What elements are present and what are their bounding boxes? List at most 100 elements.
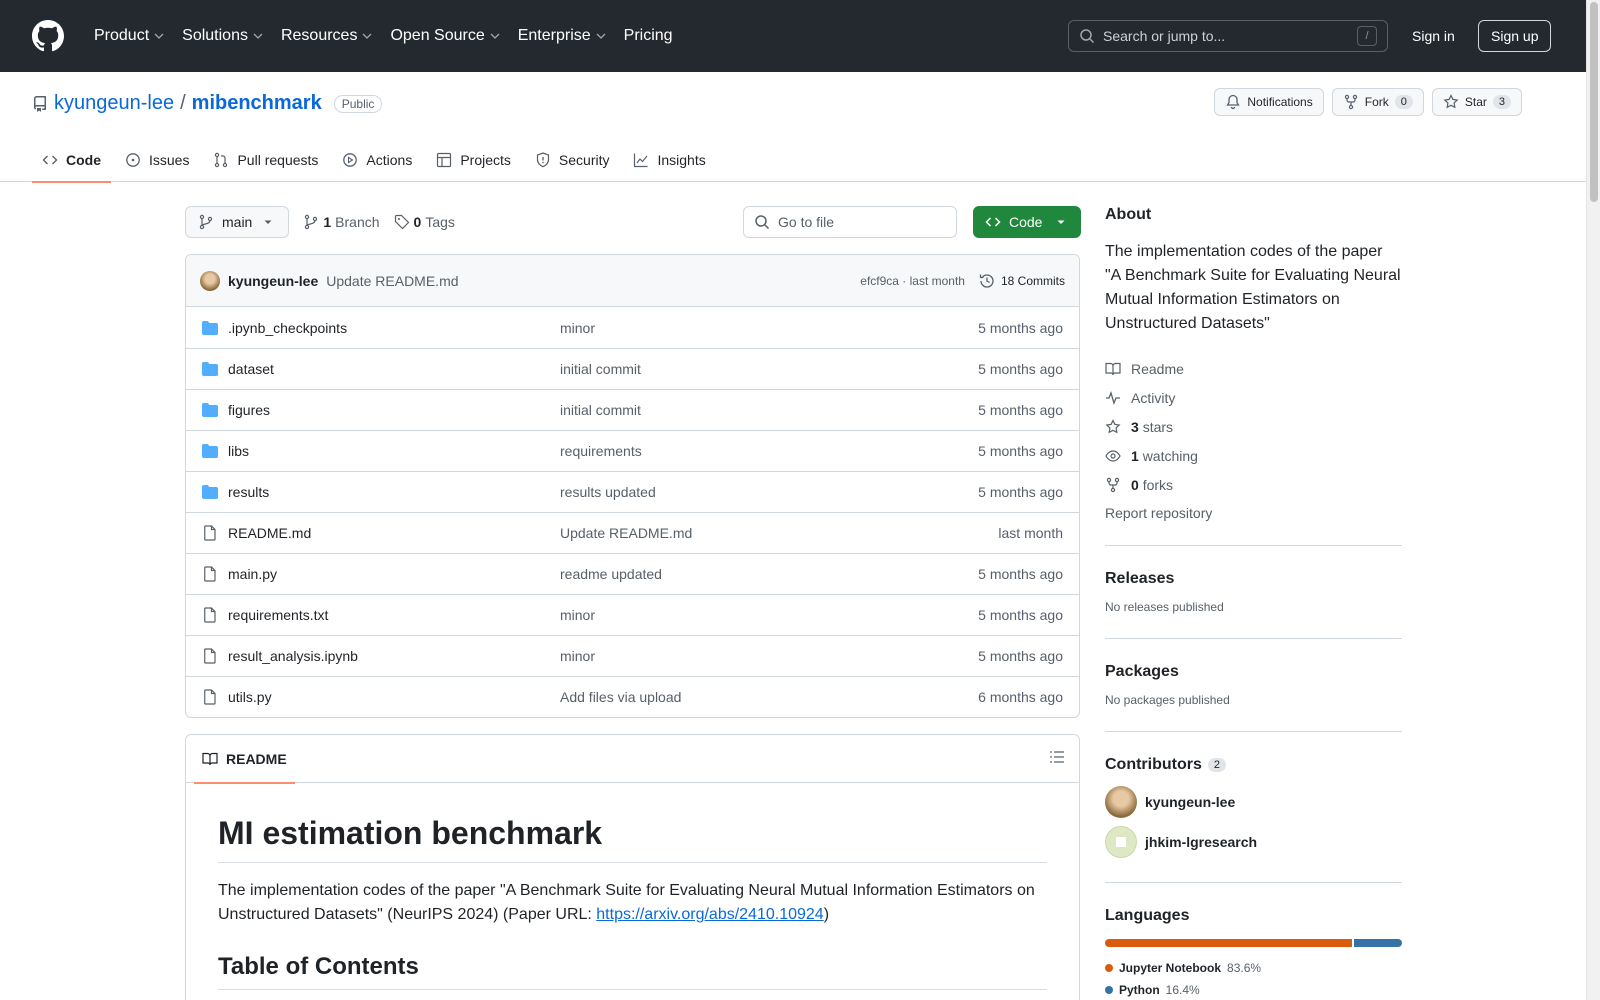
- file-name-link[interactable]: .ipynb_checkpoints: [228, 320, 560, 336]
- table-row[interactable]: result_analysis.ipynb minor 5 months ago: [186, 635, 1079, 676]
- notifications-button[interactable]: Notifications: [1214, 88, 1324, 116]
- contributors-heading[interactable]: Contributors 2: [1105, 756, 1402, 774]
- readme-header: README: [186, 735, 1079, 784]
- file-name-link[interactable]: dataset: [228, 361, 560, 377]
- page-scrollbar[interactable]: [1586, 0, 1600, 1000]
- search-placeholder: Search or jump to...: [1103, 28, 1226, 44]
- file-commit-message-link[interactable]: minor: [560, 320, 978, 336]
- table-row[interactable]: results results updated 5 months ago: [186, 471, 1079, 512]
- fork-button[interactable]: Fork 0: [1331, 88, 1424, 116]
- table-row[interactable]: README.md Update README.md last month: [186, 512, 1079, 553]
- tab-projects[interactable]: Projects: [426, 138, 521, 182]
- table-row[interactable]: .ipynb_checkpoints minor 5 months ago: [186, 307, 1079, 348]
- repo-actions: Notifications Fork 0 Star 3: [1214, 88, 1522, 116]
- nav-enterprise[interactable]: Enterprise: [510, 21, 614, 51]
- report-repository-link[interactable]: Report repository: [1105, 505, 1402, 521]
- star-button[interactable]: Star 3: [1431, 88, 1522, 116]
- file-toolbar: main 1 Branch 0 Tags Go to file Code: [185, 206, 1081, 238]
- language-color-dot: [1105, 964, 1113, 972]
- file-name-link[interactable]: requirements.txt: [228, 607, 560, 623]
- file-name-link[interactable]: libs: [228, 443, 560, 459]
- tab-pull-requests[interactable]: Pull requests: [203, 138, 328, 182]
- file-name-link[interactable]: main.py: [228, 566, 560, 582]
- file-commit-message-link[interactable]: requirements: [560, 443, 978, 459]
- nav-resources[interactable]: Resources: [273, 21, 380, 51]
- file-commit-message-link[interactable]: minor: [560, 607, 978, 623]
- nav-open-source-label: Open Source: [390, 27, 485, 44]
- file-name-link[interactable]: README.md: [228, 525, 560, 541]
- tab-insights[interactable]: Insights: [623, 138, 715, 182]
- watching-link[interactable]: 1 watching: [1105, 441, 1402, 470]
- file-commit-message-link[interactable]: results updated: [560, 484, 978, 500]
- book-icon: [202, 752, 218, 765]
- sign-up-button[interactable]: Sign up: [1478, 20, 1552, 52]
- tag-label: Tags: [425, 214, 455, 230]
- table-row[interactable]: requirements.txt minor 5 months ago: [186, 594, 1079, 635]
- file-commit-message-link[interactable]: readme updated: [560, 566, 978, 582]
- repo-name-link[interactable]: mibenchmark: [192, 92, 322, 115]
- contributor-item[interactable]: kyungeun-lee: [1105, 786, 1402, 818]
- code-button[interactable]: Code: [973, 206, 1081, 238]
- table-row[interactable]: main.py readme updated 5 months ago: [186, 553, 1079, 594]
- stars-link[interactable]: 3 stars: [1105, 412, 1402, 441]
- language-name: Jupyter Notebook: [1119, 961, 1222, 975]
- tab-security[interactable]: Security: [525, 138, 620, 182]
- file-name-link[interactable]: figures: [228, 402, 560, 418]
- file-commit-message-link[interactable]: initial commit: [560, 402, 978, 418]
- readme-tab-label: README: [226, 750, 287, 767]
- github-logo-icon[interactable]: [32, 20, 64, 52]
- file-name-link[interactable]: results: [228, 484, 560, 500]
- branches-link[interactable]: 1 Branch: [303, 214, 380, 230]
- tab-actions[interactable]: Actions: [332, 138, 422, 182]
- file-listing: kyungeun-lee Update README.md efcf9ca · …: [185, 254, 1080, 718]
- contributor-item[interactable]: jhkim-lgresearch: [1105, 826, 1402, 858]
- packages-heading[interactable]: Packages: [1105, 663, 1402, 681]
- file-name-link[interactable]: result_analysis.ipynb: [228, 648, 560, 664]
- stars-count: 3: [1131, 418, 1139, 435]
- commit-hash-time[interactable]: efcf9ca · last month: [860, 274, 965, 288]
- file-commit-message-link[interactable]: initial commit: [560, 361, 978, 377]
- branch-select-button[interactable]: main: [185, 206, 290, 238]
- activity-link[interactable]: Activity: [1105, 383, 1402, 412]
- file-rows: .ipynb_checkpoints minor 5 months ago datas…: [186, 307, 1079, 717]
- outline-button[interactable]: [1049, 749, 1065, 768]
- commit-message-link[interactable]: Update README.md: [326, 273, 458, 289]
- nav-pricing[interactable]: Pricing: [616, 21, 681, 51]
- sign-in-link[interactable]: Sign in: [1402, 22, 1465, 50]
- nav-open-source[interactable]: Open Source: [382, 21, 507, 51]
- table-row[interactable]: dataset initial commit 5 months ago: [186, 348, 1079, 389]
- repo-owner-link[interactable]: kyungeun-lee: [54, 92, 174, 115]
- file-name-link[interactable]: utils.py: [228, 689, 560, 705]
- file-age: 5 months ago: [978, 361, 1063, 377]
- tab-issues[interactable]: Issues: [115, 138, 199, 182]
- table-row[interactable]: figures initial commit 5 months ago: [186, 389, 1079, 430]
- forks-link[interactable]: 0 forks: [1105, 470, 1402, 499]
- paper-url-link[interactable]: https://arxiv.org/abs/2410.10924: [596, 906, 823, 923]
- file-commit-message-link[interactable]: minor: [560, 648, 978, 664]
- go-to-file-input[interactable]: Go to file: [743, 206, 957, 238]
- table-row[interactable]: utils.py Add files via upload 6 months ago: [186, 676, 1079, 717]
- file-commit-message-link[interactable]: Update README.md: [560, 525, 998, 541]
- readme-body: MI estimation benchmark The implementati…: [186, 783, 1079, 1000]
- tags-link[interactable]: 0 Tags: [394, 214, 455, 230]
- commit-author-link[interactable]: kyungeun-lee: [228, 273, 318, 289]
- readme-tab[interactable]: README: [194, 735, 295, 784]
- file-age: 5 months ago: [978, 648, 1063, 664]
- latest-commit-bar: kyungeun-lee Update README.md efcf9ca · …: [186, 255, 1079, 307]
- tab-code[interactable]: Code: [32, 138, 111, 183]
- nav-solutions[interactable]: Solutions: [174, 21, 271, 51]
- scrollbar-thumb[interactable]: [1590, 2, 1598, 202]
- file-commit-message-link[interactable]: Add files via upload: [560, 689, 978, 705]
- languages-heading: Languages: [1105, 907, 1190, 924]
- avatar[interactable]: [200, 270, 220, 291]
- releases-heading[interactable]: Releases: [1105, 570, 1402, 588]
- language-item[interactable]: Python 16.4%: [1105, 979, 1402, 1000]
- readme-link[interactable]: Readme: [1105, 354, 1402, 383]
- file-age: 5 months ago: [978, 484, 1063, 500]
- nav-product[interactable]: Product: [86, 21, 172, 51]
- commits-history-link[interactable]: 18 Commits: [979, 273, 1065, 289]
- caret-down-icon: [1057, 220, 1065, 224]
- global-search-input[interactable]: Search or jump to... /: [1068, 20, 1388, 52]
- language-item[interactable]: Jupyter Notebook 83.6%: [1105, 957, 1402, 979]
- table-row[interactable]: libs requirements 5 months ago: [186, 430, 1079, 471]
